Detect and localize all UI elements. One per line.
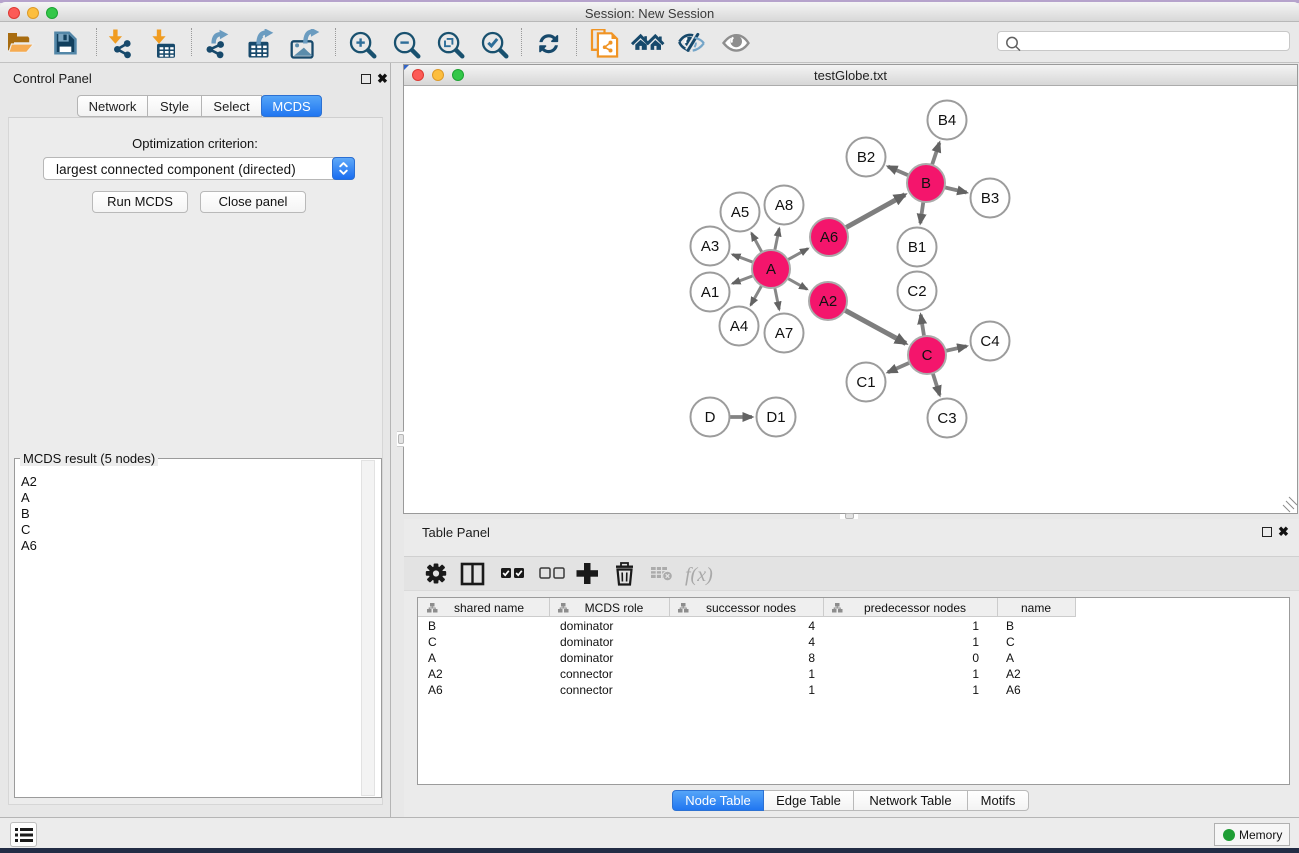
svg-text:C: C xyxy=(1006,635,1015,649)
svg-text:MCDS role: MCDS role xyxy=(585,601,644,615)
svg-text:1: 1 xyxy=(972,683,979,697)
svg-text:B2: B2 xyxy=(857,149,875,166)
svg-text:A1: A1 xyxy=(701,284,719,301)
svg-text:1: 1 xyxy=(972,667,979,681)
svg-text:C4: C4 xyxy=(980,333,999,350)
svg-text:A6: A6 xyxy=(820,229,838,246)
svg-text:B: B xyxy=(1006,619,1014,633)
svg-text:connector: connector xyxy=(560,667,613,681)
svg-text:f(x): f(x) xyxy=(685,564,713,586)
svg-text:A3: A3 xyxy=(701,238,719,255)
svg-text:connector: connector xyxy=(560,683,613,697)
svg-text:dominator: dominator xyxy=(560,619,613,633)
svg-text:0: 0 xyxy=(972,651,979,665)
svg-text:B: B xyxy=(921,175,931,192)
svg-text:B4: B4 xyxy=(938,112,956,129)
svg-text:C3: C3 xyxy=(937,410,956,427)
svg-text:A2: A2 xyxy=(819,293,837,310)
svg-text:A2: A2 xyxy=(428,667,443,681)
svg-text:D1: D1 xyxy=(766,409,785,426)
svg-text:shared name: shared name xyxy=(454,601,524,615)
svg-text:4: 4 xyxy=(808,619,815,633)
svg-text:dominator: dominator xyxy=(560,651,613,665)
svg-text:A6: A6 xyxy=(1006,683,1021,697)
svg-text:8: 8 xyxy=(808,651,815,665)
svg-text:C: C xyxy=(428,635,437,649)
svg-text:A: A xyxy=(766,261,776,278)
svg-text:A6: A6 xyxy=(428,683,443,697)
svg-text:A8: A8 xyxy=(775,197,793,214)
svg-text:C2: C2 xyxy=(907,283,926,300)
svg-text:1: 1 xyxy=(972,635,979,649)
svg-text:B: B xyxy=(428,619,436,633)
svg-text:successor nodes: successor nodes xyxy=(706,601,796,615)
svg-text:name: name xyxy=(1021,601,1051,615)
svg-text:4: 4 xyxy=(808,635,815,649)
svg-text:predecessor nodes: predecessor nodes xyxy=(864,601,966,615)
svg-text:C: C xyxy=(922,347,933,364)
svg-text:A: A xyxy=(428,651,436,665)
svg-text:A4: A4 xyxy=(730,318,748,335)
svg-text:A: A xyxy=(1006,651,1014,665)
svg-text:B1: B1 xyxy=(908,239,926,256)
svg-text:1: 1 xyxy=(972,619,979,633)
svg-text:1: 1 xyxy=(808,683,815,697)
svg-text:A5: A5 xyxy=(731,204,749,221)
svg-text:A2: A2 xyxy=(1006,667,1021,681)
svg-text:C1: C1 xyxy=(856,374,875,391)
svg-text:B3: B3 xyxy=(981,190,999,207)
svg-text:A7: A7 xyxy=(775,325,793,342)
svg-text:1: 1 xyxy=(808,667,815,681)
svg-text:D: D xyxy=(705,409,716,426)
svg-text:dominator: dominator xyxy=(560,635,613,649)
